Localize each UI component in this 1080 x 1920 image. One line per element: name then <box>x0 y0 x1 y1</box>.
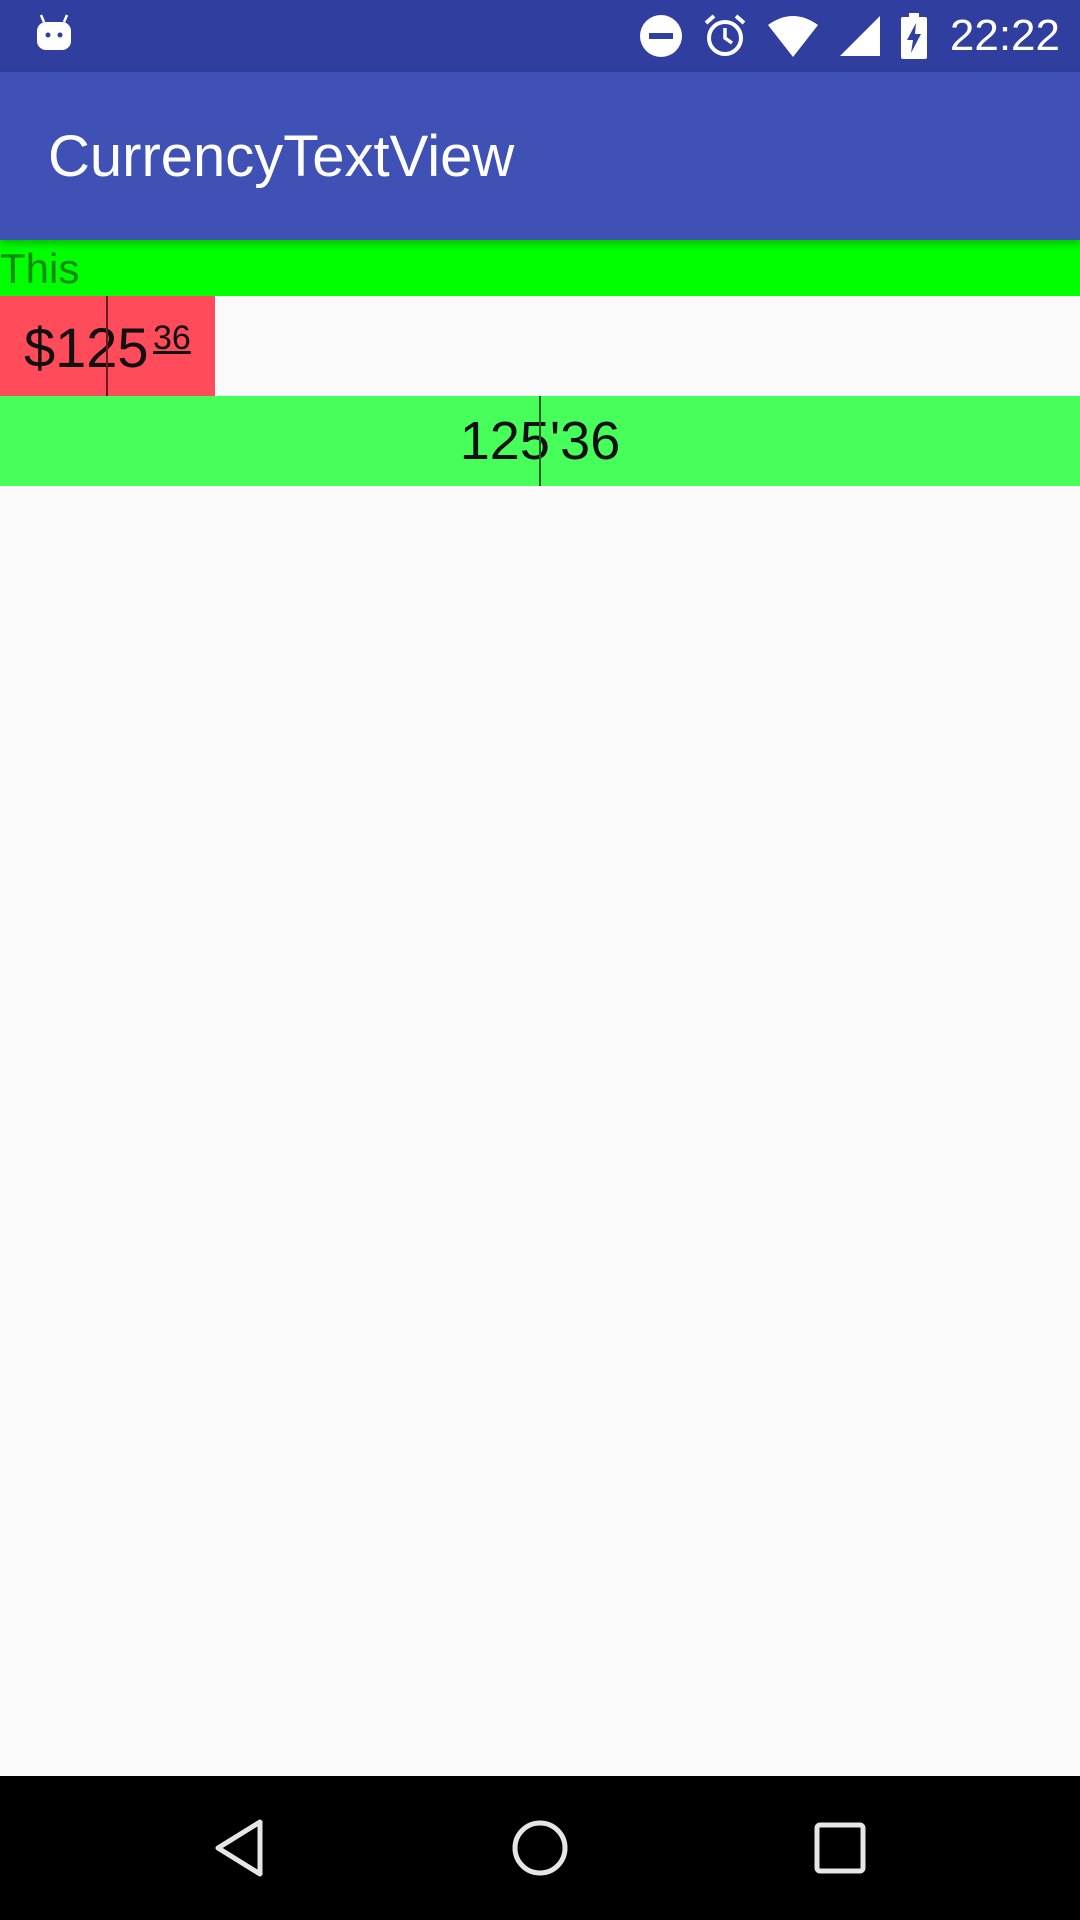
alarm-icon <box>704 14 746 56</box>
home-icon <box>512 1820 568 1876</box>
status-bar: 22:22 <box>0 0 1080 72</box>
android-debug-icon <box>37 14 71 50</box>
this-text-row: This <box>0 240 1080 296</box>
price-main-amount: $125 <box>24 316 149 379</box>
back-button[interactable] <box>180 1776 300 1920</box>
currency-total-view: 125'36 <box>0 396 1080 486</box>
wifi-icon <box>767 16 818 57</box>
signal-icon <box>839 16 880 56</box>
back-icon <box>215 1819 263 1877</box>
this-label: This <box>0 245 80 292</box>
app-title: CurrencyTextView <box>48 123 515 189</box>
total-center-guide <box>539 396 541 486</box>
recents-icon <box>814 1822 866 1874</box>
status-clock: 22:22 <box>949 11 1060 60</box>
home-button[interactable] <box>480 1776 600 1920</box>
recents-button[interactable] <box>780 1776 900 1920</box>
app-bar: CurrencyTextView <box>0 72 1080 240</box>
battery-charging-icon <box>900 13 927 59</box>
do-not-disturb-icon <box>639 15 682 57</box>
price-cents: 36 <box>153 319 191 357</box>
currency-price-view: $125 36 <box>0 296 215 396</box>
price-center-guide <box>106 296 108 396</box>
navigation-bar <box>0 1776 1080 1920</box>
